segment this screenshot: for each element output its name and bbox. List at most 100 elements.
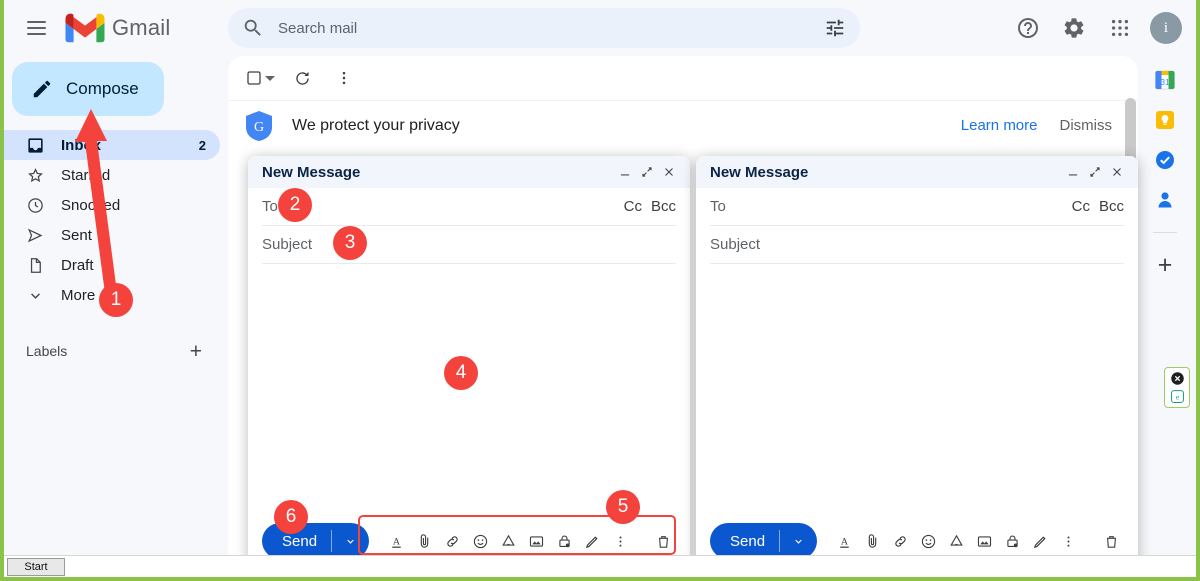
compose-header[interactable]: New Message [696, 156, 1138, 188]
compose-subject-row[interactable]: Subject [710, 226, 1124, 264]
avatar[interactable]: i [1150, 12, 1182, 44]
expand-icon[interactable] [636, 161, 658, 183]
compose-body[interactable] [248, 264, 690, 517]
gmail-logo-icon [65, 13, 105, 43]
annotation-badge-1: 1 [99, 283, 133, 317]
send-button[interactable]: Send [710, 523, 818, 559]
insert-link-icon[interactable] [887, 526, 913, 556]
labels-section-header: Labels + [4, 336, 220, 366]
brand-name: Gmail [112, 15, 171, 40]
google-drive-icon[interactable] [943, 526, 969, 556]
minimize-icon[interactable] [1062, 161, 1084, 183]
insert-link-icon[interactable] [439, 526, 465, 556]
sidebar-item-sent[interactable]: Sent [4, 220, 220, 250]
send-options-chevron-down-icon[interactable] [332, 536, 369, 547]
compose-window[interactable]: New Message To Cc Bcc Subject Send A [696, 156, 1138, 569]
star-icon [26, 166, 45, 185]
close-icon[interactable] [658, 161, 680, 183]
pencil-icon [33, 80, 51, 98]
compose-button[interactable]: Compose [12, 62, 164, 116]
more-options-icon[interactable] [607, 526, 633, 556]
labels-title: Labels [26, 343, 68, 359]
svg-text:G: G [254, 120, 264, 135]
apps-grid-icon[interactable] [1100, 8, 1140, 48]
search-input[interactable] [278, 19, 824, 37]
sidebar-item-label: Starred [61, 166, 111, 184]
signature-pen-icon[interactable] [579, 526, 605, 556]
cc-button[interactable]: Cc [624, 198, 642, 215]
cc-button[interactable]: Cc [1072, 198, 1090, 215]
emoji-icon[interactable] [915, 526, 941, 556]
confidential-mode-lock-icon[interactable] [999, 526, 1025, 556]
google-tasks-icon[interactable] [1153, 148, 1177, 172]
svg-text:A: A [392, 536, 400, 547]
e-extension-icon[interactable]: e [1170, 389, 1185, 404]
google-contacts-icon[interactable] [1153, 188, 1177, 212]
sidebar-item-inbox[interactable]: Inbox 2 [4, 130, 220, 160]
add-label-button[interactable]: + [190, 341, 202, 362]
compose-title: New Message [262, 163, 361, 181]
more-vertical-icon [342, 71, 346, 85]
to-field[interactable]: To [710, 198, 1072, 215]
google-calendar-icon[interactable]: 31 [1153, 68, 1177, 92]
refresh-icon [295, 71, 309, 85]
expand-icon[interactable] [1084, 161, 1106, 183]
confidential-mode-lock-icon[interactable] [551, 526, 577, 556]
close-circle-icon[interactable] [1170, 371, 1185, 386]
insert-photo-icon[interactable] [523, 526, 549, 556]
send-button-label: Send [730, 532, 766, 550]
help-circle-icon[interactable] [1008, 8, 1048, 48]
compose-header[interactable]: New Message [248, 156, 690, 188]
sidebar-item-draft[interactable]: Draft [4, 250, 220, 280]
delete-draft-icon[interactable] [1096, 526, 1126, 556]
emoji-icon[interactable] [467, 526, 493, 556]
bcc-button[interactable]: Bcc [651, 198, 676, 215]
dismiss-button[interactable]: Dismiss [1060, 117, 1113, 134]
compose-toolbar: A [831, 526, 1086, 556]
select-all-checkbox[interactable] [242, 60, 278, 96]
search-icon [244, 19, 261, 36]
os-taskbar: Start [4, 555, 1196, 577]
format-text-icon[interactable]: A [831, 526, 857, 556]
gmail-brand[interactable]: Gmail [65, 13, 170, 43]
attach-file-icon[interactable] [411, 526, 437, 556]
hamburger-menu-icon[interactable] [16, 8, 56, 48]
compose-title: New Message [710, 163, 809, 181]
sidebar-item-snoozed[interactable]: Snoozed [4, 190, 220, 220]
add-side-panel-app-button[interactable]: + [1158, 253, 1173, 278]
mail-toolbar [228, 56, 1138, 100]
search-bar[interactable] [228, 8, 860, 48]
learn-more-link[interactable]: Learn more [961, 117, 1038, 134]
google-drive-icon[interactable] [495, 526, 521, 556]
sidebar-item-label: Draft [61, 256, 94, 274]
delete-draft-icon[interactable] [648, 526, 678, 556]
signature-pen-icon[interactable] [1027, 526, 1053, 556]
insert-photo-icon[interactable] [971, 526, 997, 556]
format-text-icon[interactable]: A [383, 526, 409, 556]
sidebar-item-starred[interactable]: Starred [4, 160, 220, 190]
more-options-icon[interactable] [1055, 526, 1081, 556]
to-field[interactable]: To [262, 198, 624, 215]
google-keep-icon[interactable] [1153, 108, 1177, 132]
tune-filter-icon[interactable] [824, 17, 846, 39]
google-safety-shield-icon: G [246, 110, 272, 141]
compose-subject-row[interactable]: Subject [262, 226, 676, 264]
attach-file-icon[interactable] [859, 526, 885, 556]
more-options-button[interactable] [326, 60, 362, 96]
refresh-button[interactable] [284, 60, 320, 96]
compose-to-row[interactable]: To Cc Bcc [710, 188, 1124, 226]
compose-body[interactable] [696, 264, 1138, 517]
minimize-icon[interactable] [614, 161, 636, 183]
start-button[interactable]: Start [7, 558, 65, 576]
extension-widget[interactable]: e [1164, 367, 1190, 408]
draft-icon [26, 256, 45, 275]
gear-icon[interactable] [1054, 8, 1094, 48]
subject-field[interactable]: Subject [262, 236, 676, 253]
compose-button-label: Compose [66, 79, 139, 98]
banner-title: We protect your privacy [292, 116, 460, 134]
subject-field[interactable]: Subject [710, 236, 1124, 253]
compose-to-row[interactable]: To Cc Bcc [262, 188, 676, 226]
send-options-chevron-down-icon[interactable] [780, 536, 817, 547]
bcc-button[interactable]: Bcc [1099, 198, 1124, 215]
close-icon[interactable] [1106, 161, 1128, 183]
